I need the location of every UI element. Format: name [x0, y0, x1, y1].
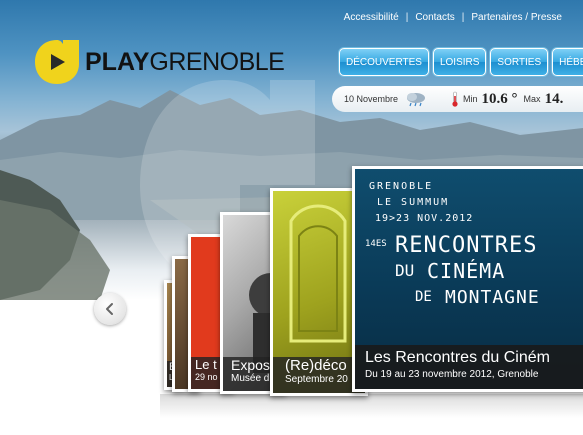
rain-cloud-icon: [407, 93, 426, 107]
poster-venue: LE SUMMUM: [377, 197, 450, 208]
weather-widget: 10 Novembre Min 10.6 ° Max 14.: [332, 86, 583, 112]
featured-title: Les Rencontres du Ciném: [365, 349, 550, 366]
site-logo[interactable]: PLAYGRENOBLE: [33, 38, 285, 86]
poster-dates: 19>23 NOV.2012: [375, 213, 474, 224]
carousel-reflection: [160, 394, 583, 418]
play-logo-icon: [35, 40, 79, 84]
link-separator: |: [405, 12, 409, 23]
poster-title-line3: CINÉMA: [427, 259, 506, 283]
poster-title-line5: MONTAGNE: [445, 287, 540, 308]
carousel-prev-button[interactable]: [94, 293, 126, 325]
featured-caption: Les Rencontres du Ciném Du 19 au 23 nove…: [355, 345, 583, 389]
logo-wordmark: PLAYGRENOBLE: [85, 47, 285, 76]
poster-title-line2: DU: [395, 261, 415, 280]
utility-links: Accessibilité | Contacts | Partenaires /…: [337, 12, 569, 23]
max-temp-value: 14.: [544, 90, 564, 107]
min-temp-value: 10.6 °: [481, 90, 518, 107]
thermometer-icon: [452, 91, 458, 107]
link-separator: |: [461, 12, 465, 23]
logo-city-text: GRENOBLE: [149, 47, 285, 76]
chevron-left-icon: [106, 303, 113, 315]
featured-subtitle: Du 19 au 23 novembre 2012, Grenoble: [365, 369, 539, 380]
logo-play-text: PLAY: [85, 47, 150, 76]
min-temp-label: Min: [463, 94, 478, 104]
poster-city: GRENOBLE: [369, 181, 434, 192]
nav-sorties-button[interactable]: SORTIES: [490, 48, 549, 76]
poster-title-line4: DE: [415, 289, 432, 305]
weather-date: 10 Novembre: [344, 94, 399, 104]
poster-edition: 14ES: [365, 239, 387, 249]
main-navigation: DÉCOUVERTES LOISIRS SORTIES HÉBERG: [339, 48, 583, 76]
accessibility-link[interactable]: Accessibilité: [337, 12, 406, 23]
nav-hebergement-button[interactable]: HÉBERG: [552, 48, 583, 76]
contacts-link[interactable]: Contacts: [408, 12, 461, 23]
nav-decouvertes-button[interactable]: DÉCOUVERTES: [339, 48, 429, 76]
poster-title-line1: RENCONTRES: [395, 233, 538, 258]
nav-loisirs-button[interactable]: LOISIRS: [432, 48, 487, 76]
partners-press-link[interactable]: Partenaires / Presse: [464, 12, 569, 23]
carousel-featured-card[interactable]: GRENOBLE LE SUMMUM 19>23 NOV.2012 14ES R…: [352, 166, 583, 392]
max-temp-label: Max: [523, 94, 541, 104]
